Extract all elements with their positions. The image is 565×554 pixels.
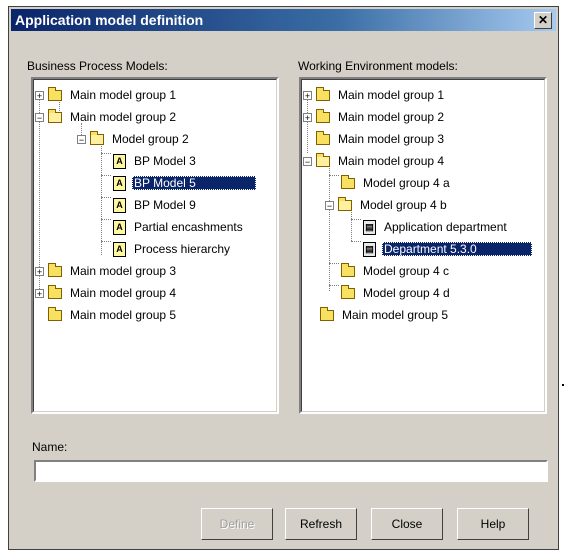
name-label: Name:	[32, 440, 68, 454]
folder-icon	[341, 174, 355, 189]
tree-item-process-hierarchy[interactable]: A Process hierarchy	[113, 239, 232, 259]
tree-item-main-model-group-3[interactable]: + Main model group 3	[35, 261, 178, 281]
tree-item-department-5-3-0[interactable]: ▤ Department 5.3.0	[363, 239, 532, 259]
tree-item-model-group-2[interactable]: − Model group 2	[77, 129, 191, 149]
tree-item-model-group-4a[interactable]: Model group 4 a	[341, 173, 452, 193]
tree-item-bp-model-5[interactable]: A BP Model 5	[113, 173, 256, 193]
working-environment-models-label: Working Environment models:	[298, 59, 458, 73]
tree-item-main-model-group-5[interactable]: Main model group 5	[320, 305, 450, 325]
collapse-icon[interactable]: −	[35, 112, 44, 122]
tree-item-model-group-4b[interactable]: − Model group 4 b	[325, 195, 449, 215]
department-icon: ▤	[363, 241, 376, 257]
tree-item-main-model-group-4[interactable]: + Main model group 4	[35, 283, 178, 303]
model-document-icon: A	[113, 197, 126, 213]
stray-dot	[562, 384, 564, 386]
close-icon[interactable]: ✕	[534, 12, 552, 29]
tree-item-model-group-4c[interactable]: Model group 4 c	[341, 261, 451, 281]
folder-icon	[48, 86, 62, 101]
business-process-models-tree[interactable]: + Main model group 1 − Main model group …	[31, 77, 279, 414]
tree-item-partial-encashments[interactable]: A Partial encashments	[113, 217, 245, 237]
model-document-icon: A	[113, 241, 126, 257]
tree-item-application-department[interactable]: ▤ Application department	[363, 217, 509, 237]
tree-item-main-model-group-1[interactable]: + Main model group 1	[35, 85, 178, 105]
folder-icon	[316, 108, 330, 123]
help-button[interactable]: Help	[457, 508, 529, 540]
name-input[interactable]	[34, 460, 548, 482]
tree-item-main-model-group-5[interactable]: Main model group 5	[35, 305, 178, 325]
folder-icon	[341, 262, 355, 277]
folder-icon	[316, 86, 330, 101]
working-environment-models-tree[interactable]: + Main model group 1 + Main model group …	[299, 77, 547, 414]
business-process-models-label: Business Process Models:	[27, 59, 168, 73]
folder-icon	[341, 284, 355, 299]
folder-open-icon	[338, 196, 352, 211]
tree-item-main-model-group-2[interactable]: + Main model group 2	[303, 107, 446, 127]
close-button[interactable]: Close	[371, 508, 443, 540]
folder-open-icon	[48, 108, 62, 123]
tree-item-bp-model-3[interactable]: A BP Model 3	[113, 151, 198, 171]
collapse-icon[interactable]: −	[325, 200, 334, 210]
expand-icon[interactable]: +	[303, 112, 312, 122]
application-model-definition-dialog: Application model definition ✕ Business …	[8, 6, 564, 550]
folder-icon	[48, 306, 62, 321]
model-document-icon: A	[113, 153, 126, 169]
model-document-icon: A	[113, 175, 126, 191]
window-title: Application model definition	[15, 12, 204, 28]
expand-icon[interactable]: +	[35, 288, 44, 298]
expand-icon[interactable]: +	[35, 90, 44, 100]
expand-icon[interactable]: +	[35, 266, 44, 276]
collapse-icon[interactable]: −	[77, 134, 86, 144]
folder-icon	[48, 284, 62, 299]
folder-open-icon	[90, 130, 104, 145]
define-button[interactable]: Define	[201, 508, 273, 540]
tree-item-main-model-group-4[interactable]: − Main model group 4	[303, 151, 446, 171]
folder-icon	[320, 306, 334, 321]
collapse-icon[interactable]: −	[303, 156, 312, 166]
department-icon: ▤	[363, 219, 376, 235]
tree-item-main-model-group-1[interactable]: + Main model group 1	[303, 85, 446, 105]
tree-item-bp-model-9[interactable]: A BP Model 9	[113, 195, 198, 215]
tree-item-main-model-group-2[interactable]: − Main model group 2	[35, 107, 178, 127]
folder-open-icon	[316, 152, 330, 167]
folder-icon	[316, 130, 330, 145]
refresh-button[interactable]: Refresh	[285, 508, 357, 540]
folder-icon	[48, 262, 62, 277]
model-document-icon: A	[113, 219, 126, 235]
tree-item-main-model-group-3[interactable]: Main model group 3	[303, 129, 446, 149]
expand-icon[interactable]: +	[303, 90, 312, 100]
title-bar: Application model definition ✕	[11, 9, 556, 31]
tree-item-model-group-4d[interactable]: Model group 4 d	[341, 283, 452, 303]
